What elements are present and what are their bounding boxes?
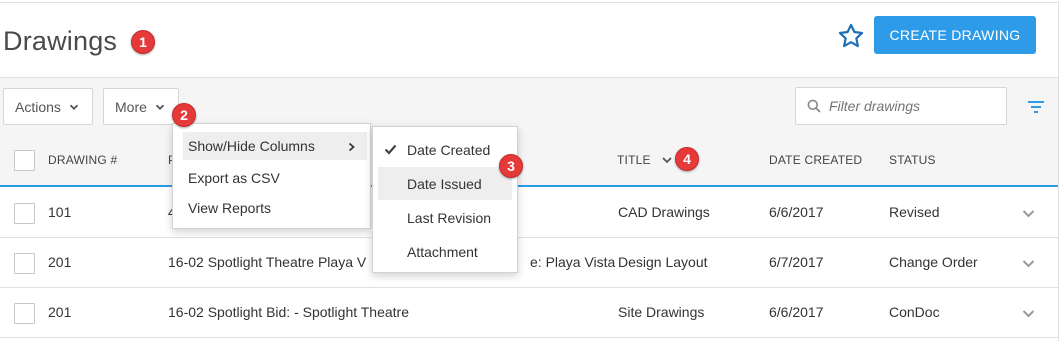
expand-chevron-icon[interactable] xyxy=(1022,209,1035,218)
actions-label: Actions xyxy=(15,98,61,115)
chevron-right-icon xyxy=(348,142,355,152)
column-option-date-created[interactable]: Date Created xyxy=(407,142,490,158)
more-dropdown-menu: Show/Hide Columns Export as CSV View Rep… xyxy=(172,123,371,229)
drawing-number: 201 xyxy=(48,254,72,270)
column-option-last-revision[interactable]: Last Revision xyxy=(407,210,491,226)
project-name-tail: e: Playa Vista xyxy=(530,254,616,270)
star-icon[interactable] xyxy=(837,22,865,50)
filter-drawings-input[interactable] xyxy=(829,98,999,114)
menu-item-view-reports[interactable]: View Reports xyxy=(188,200,271,216)
drawings-page: Drawings 1 CREATE DRAWING Actions More F… xyxy=(0,0,1059,341)
table-row[interactable]: 201 16-02 Spotlight Bid: - Spotlight The… xyxy=(0,288,1058,338)
table-row[interactable]: 201 16-02 Spotlight Theatre Playa V e: P… xyxy=(0,238,1058,288)
column-option-date-issued[interactable]: Date Issued xyxy=(407,176,482,192)
row-checkbox[interactable] xyxy=(14,253,35,274)
status: Change Order xyxy=(889,254,978,270)
column-drawing-number[interactable]: DRAWING # xyxy=(48,153,117,167)
table-header: DRAWING # P TITLE DATE CREATED STATUS xyxy=(0,133,1058,187)
page-title: Drawings xyxy=(3,26,118,56)
top-divider xyxy=(0,2,1059,3)
column-title[interactable]: TITLE xyxy=(617,153,672,167)
chevron-down-icon xyxy=(69,104,79,110)
columns-submenu: Date Created Date Issued Last Revision A… xyxy=(372,126,518,273)
row-checkbox[interactable] xyxy=(14,203,35,224)
row-checkbox[interactable] xyxy=(14,303,35,324)
filter-drawings-field[interactable] xyxy=(795,87,1007,125)
column-date-created[interactable]: DATE CREATED xyxy=(769,153,862,167)
menu-item-export-csv[interactable]: Export as CSV xyxy=(188,170,280,186)
chevron-down-icon xyxy=(155,104,165,110)
select-all-checkbox[interactable] xyxy=(14,150,35,171)
project-name: 16-02 Spotlight Bid: - Spotlight Theatre xyxy=(168,304,410,320)
status: ConDoc xyxy=(889,304,940,320)
toolbar: Actions More xyxy=(0,77,1058,133)
actions-button[interactable]: Actions xyxy=(3,88,93,125)
check-icon xyxy=(384,144,397,155)
drawing-number: 201 xyxy=(48,304,72,320)
expand-chevron-icon[interactable] xyxy=(1022,259,1035,268)
annotation-badge-2: 2 xyxy=(172,103,196,127)
table-row[interactable]: 101 4 CAD Drawings 6/6/2017 Revised xyxy=(0,188,1058,238)
more-button[interactable]: More xyxy=(103,88,179,125)
status: Revised xyxy=(889,204,940,220)
date-created: 6/6/2017 xyxy=(769,304,824,320)
more-label: More xyxy=(115,98,147,115)
drawing-title: Design Layout xyxy=(618,254,708,270)
sort-chevron-down-icon xyxy=(662,157,672,164)
filter-icon[interactable] xyxy=(1027,100,1045,114)
column-status[interactable]: STATUS xyxy=(889,153,936,167)
annotation-badge-1: 1 xyxy=(131,30,155,54)
date-created: 6/7/2017 xyxy=(769,254,824,270)
column-title-label: TITLE xyxy=(617,153,651,167)
annotation-badge-3: 3 xyxy=(499,154,523,178)
project-name: 16-02 Spotlight Theatre Playa V xyxy=(168,254,367,270)
search-icon xyxy=(807,99,821,113)
create-drawing-button[interactable]: CREATE DRAWING xyxy=(874,16,1036,54)
annotation-badge-4: 4 xyxy=(675,147,699,171)
column-option-attachment[interactable]: Attachment xyxy=(407,244,478,260)
menu-item-show-hide-columns[interactable]: Show/Hide Columns xyxy=(188,138,315,154)
drawing-number: 101 xyxy=(48,204,72,220)
drawing-title: CAD Drawings xyxy=(618,204,710,220)
drawing-title: Site Drawings xyxy=(618,304,705,320)
expand-chevron-icon[interactable] xyxy=(1022,309,1035,318)
date-created: 6/6/2017 xyxy=(769,204,824,220)
